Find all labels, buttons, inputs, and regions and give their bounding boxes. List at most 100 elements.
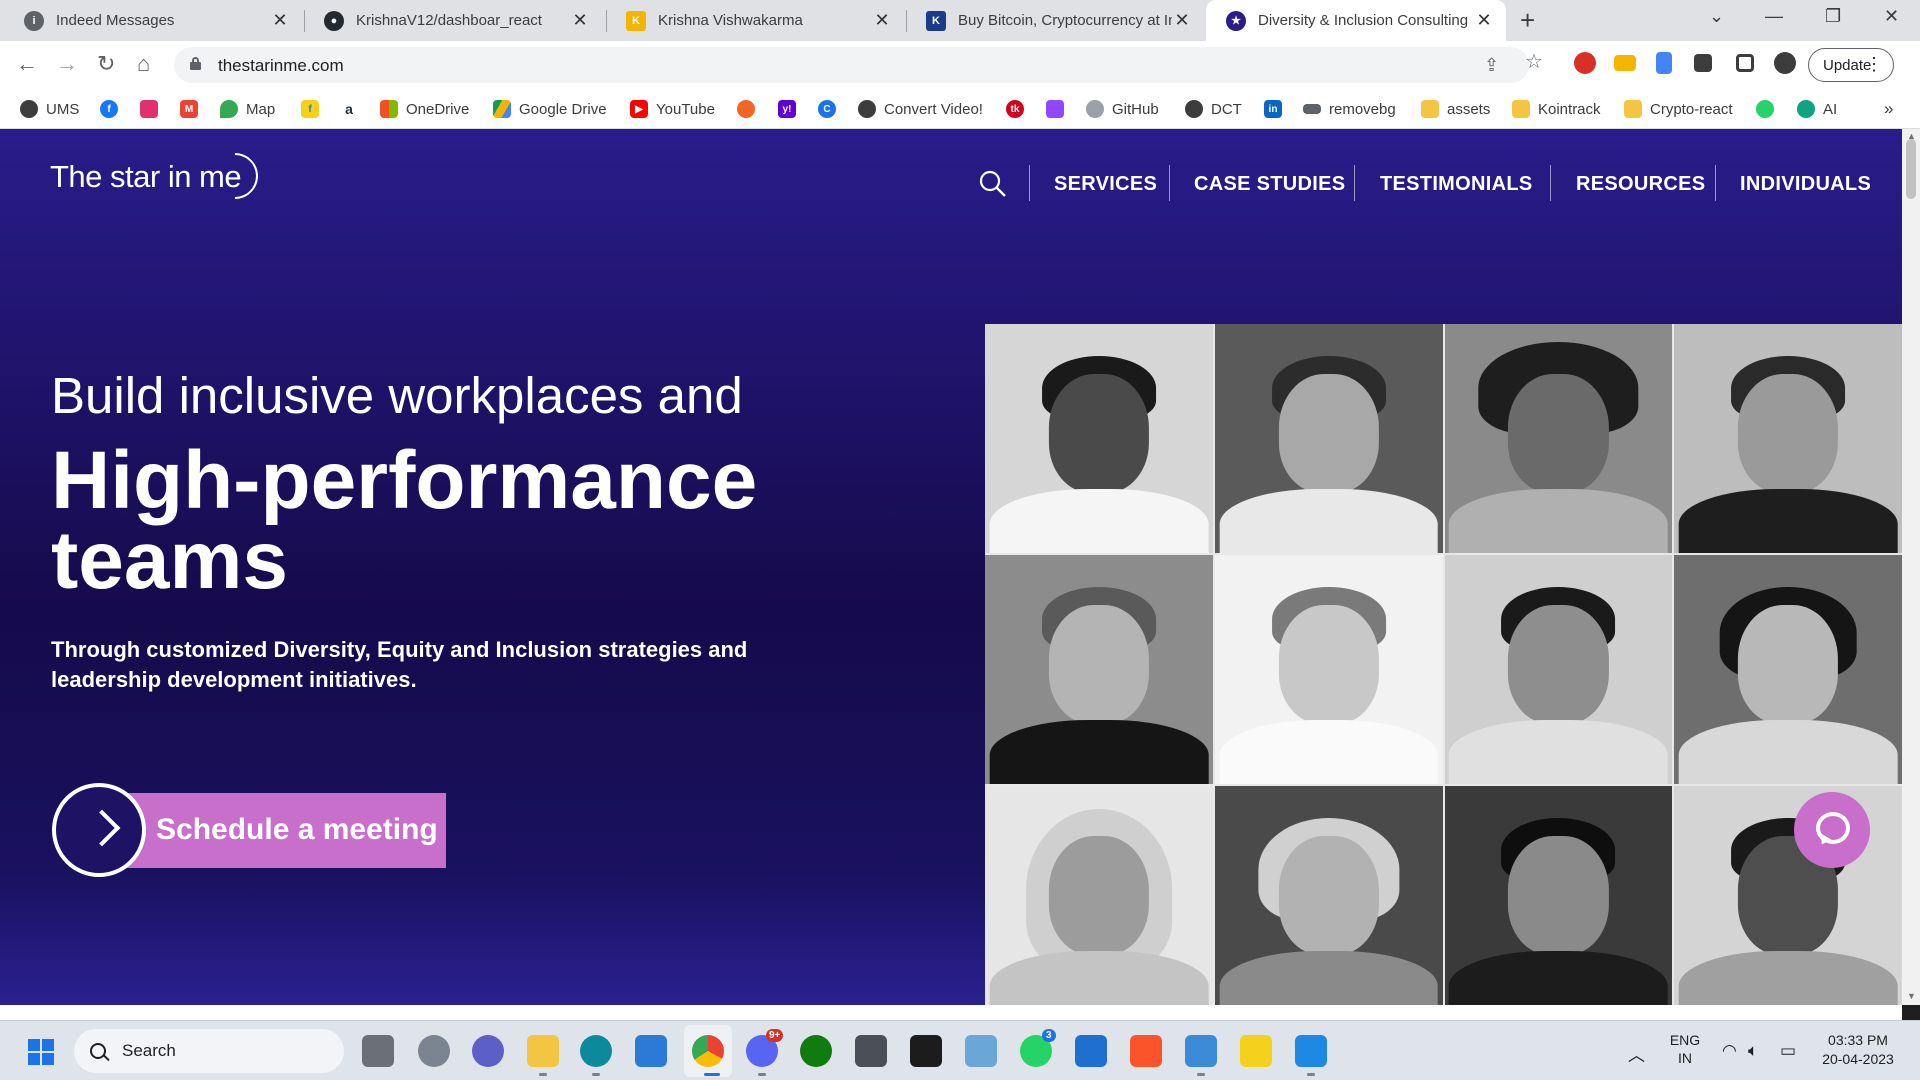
search-icon[interactable] [979,170,1007,198]
menu-icon[interactable]: ⋮ [1865,55,1883,73]
bookmark-instagram[interactable] [140,99,158,119]
bookmark-folder-kointrack[interactable]: Kointrack [1512,99,1601,119]
bookmark-github[interactable]: GitHub [1086,99,1159,119]
photos-app-icon[interactable] [965,1035,997,1067]
wifi-icon[interactable]: ◠ [1722,1041,1737,1061]
windows-start-icon[interactable] [28,1039,54,1065]
bookmark-removebg[interactable]: removebg [1303,99,1396,119]
nav-case-studies[interactable]: CASE STUDIES [1194,173,1345,196]
edge-icon[interactable] [580,1035,612,1067]
bookmark-ai[interactable]: AI [1797,99,1837,119]
prime-video-icon[interactable] [1075,1035,1107,1067]
bookmark-youtube[interactable]: ▶ YouTube [630,99,715,119]
tab-search-icon[interactable]: ⌄ [1709,6,1724,27]
bookmark-dct[interactable]: DCT [1185,99,1242,119]
remote-desktop-icon[interactable] [1185,1035,1217,1067]
tab-indeed[interactable]: i Indeed Messages ✕ [4,0,302,41]
share-icon[interactable]: ⇪ [1484,55,1499,76]
bookmark-amazon[interactable]: a [340,99,358,119]
notepad-icon[interactable] [855,1035,887,1067]
tab-github[interactable]: ● KrishnaV12/dashboar_react ✕ [304,0,602,41]
language-indicator[interactable]: ENG IN [1668,1031,1702,1067]
bookmark-folder-crypto-react[interactable]: Crypto-react [1624,99,1733,119]
bookmark-convert-video[interactable]: Convert Video! [858,99,983,119]
chat-widget-button[interactable] [1794,792,1870,868]
close-icon[interactable]: ✕ [1172,10,1192,31]
game-app-icon[interactable] [910,1035,942,1067]
page-scrollbar[interactable]: ▲ ▼ [1902,129,1920,1005]
tab-crypto[interactable]: K Buy Bitcoin, Cryptocurrency at In ✕ [906,0,1204,41]
scroll-down-icon[interactable]: ▼ [1907,991,1916,1001]
bookmark-twitch[interactable] [1046,99,1064,119]
bookmark-codepen[interactable] [737,99,755,119]
close-icon[interactable]: ✕ [1474,10,1494,31]
bookmark-onedrive[interactable]: OneDrive [380,99,469,119]
puzzle-icon[interactable] [1694,54,1712,72]
sidepanel-icon[interactable] [1736,54,1754,72]
bookmark-folder-assets[interactable]: assets [1421,99,1490,119]
scroll-thumb[interactable] [1906,139,1916,199]
ms-store-icon[interactable] [635,1035,667,1067]
minimize-button[interactable]: — [1765,6,1783,27]
nav-individuals[interactable]: INDIVIDUALS [1740,173,1871,196]
url-text[interactable]: thestarinme.com [218,56,344,76]
bookmark-ums[interactable]: UMS [20,99,79,119]
forward-icon[interactable]: → [56,51,78,77]
tab-diversity[interactable]: ★ Diversity & Inclusion Consulting ✕ [1206,0,1506,41]
bookmark-map[interactable]: Map [220,99,275,119]
bookmark-star-icon[interactable]: ☆ [1525,49,1543,74]
xbox-icon[interactable] [800,1035,832,1067]
lock-icon[interactable] [190,57,201,70]
close-window-button[interactable]: ✕ [1884,6,1899,27]
adblock-icon[interactable] [1574,52,1596,74]
back-icon[interactable]: ← [16,51,38,77]
chrome-icon[interactable] [692,1035,724,1067]
update-button[interactable]: Update ⋮ [1808,48,1894,82]
bookmark-facebook[interactable]: f [100,99,118,119]
close-icon[interactable]: ✕ [872,10,892,31]
extension-icon[interactable] [1656,52,1672,74]
bookmark-gmail[interactable]: M [180,99,198,119]
bookmark-linkedin[interactable]: in [1264,99,1282,119]
clock[interactable]: 03:33 PM 20-04-2023 [1816,1031,1900,1069]
task-view-icon[interactable] [362,1035,394,1067]
taskbar-search[interactable]: Search [74,1029,344,1073]
portfolio-icon: K [626,10,646,31]
bookmark-yahoo[interactable]: y! [778,99,796,119]
chevron-up-icon[interactable]: ︿ [1628,1041,1645,1066]
home-icon[interactable]: ⌂ [137,51,150,77]
team-photo [1674,324,1902,553]
battery-icon[interactable]: ▭ [1780,1041,1796,1061]
bookmark-whatsapp[interactable] [1756,99,1774,119]
vscode-icon[interactable] [1295,1035,1327,1067]
maximize-button[interactable]: ❐ [1825,6,1841,27]
file-explorer-icon[interactable] [527,1035,559,1067]
bookmark-c[interactable]: C [818,99,836,119]
c-icon: C [818,100,836,118]
close-icon[interactable]: ✕ [570,10,590,31]
potplayer-icon[interactable] [1240,1035,1272,1067]
brave-icon[interactable] [1130,1035,1162,1067]
removebg-icon [1303,104,1321,114]
discord-icon[interactable]: 9+ [746,1029,784,1067]
profile-avatar[interactable] [1774,52,1796,74]
whatsapp-icon[interactable]: 3 [1020,1029,1056,1067]
widgets-icon[interactable] [418,1035,450,1067]
reload-icon[interactable]: ↻ [97,51,115,77]
volume-icon[interactable]: 🔈︎ [1748,1041,1758,1061]
nav-testimonials[interactable]: TESTIMONIALS [1380,173,1533,196]
close-icon[interactable]: ✕ [270,10,290,31]
teams-chat-icon[interactable] [472,1035,504,1067]
bookmark-google-drive[interactable]: Google Drive [493,99,607,119]
bookmark-tk[interactable]: tk [1006,99,1024,119]
nav-resources[interactable]: RESOURCES [1576,173,1705,196]
extension-icon[interactable] [1614,55,1636,71]
address-bar[interactable]: thestarinme.com ⇪ [174,47,1529,83]
new-tab-button[interactable]: + [1520,7,1535,33]
amazon-icon: a [340,100,358,118]
more-bookmarks-button[interactable]: » [1884,99,1893,119]
nav-services[interactable]: SERVICES [1054,173,1157,196]
tab-portfolio[interactable]: K Krishna Vishwakarma ✕ [606,0,904,41]
cta-circle[interactable] [52,783,146,877]
bookmark-flipkart[interactable]: f [301,99,319,119]
